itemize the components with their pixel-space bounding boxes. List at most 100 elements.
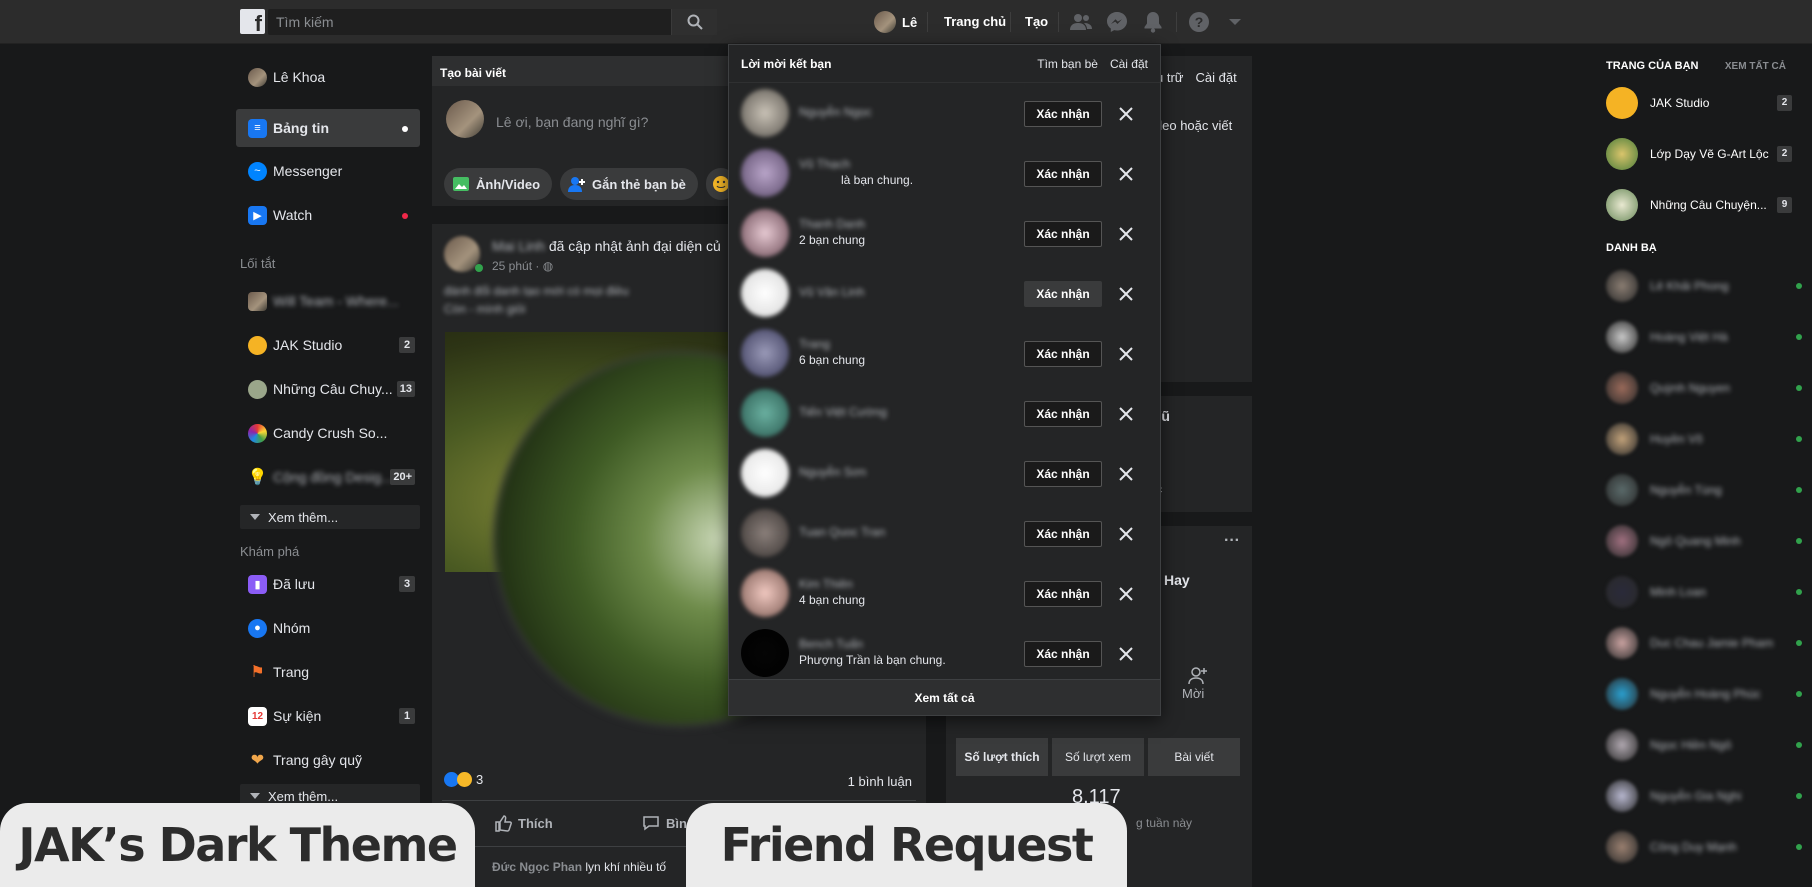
contact-item[interactable]: Nguyễn Gia Nghi [1606, 778, 1802, 814]
account-menu-chevron-down-icon[interactable] [1222, 10, 1248, 34]
requester-name[interactable]: Tiến Việt Cường [799, 405, 887, 419]
page-item[interactable]: JAK Studio 2 [1606, 86, 1792, 120]
avatar[interactable] [741, 209, 789, 257]
tab-likes[interactable]: Số lượt thích [956, 738, 1048, 776]
facebook-logo-icon[interactable]: f [240, 9, 265, 36]
composer-input[interactable]: Lê ơi, bạn đang nghĩ gì? [496, 114, 648, 130]
sidebar-item-groups[interactable]: ● Nhóm [236, 609, 420, 647]
contact-item[interactable]: Huyền Võ [1606, 421, 1802, 457]
profile-link[interactable]: Lê [874, 10, 917, 34]
contact-item[interactable]: Nguyễn Tùng [1606, 472, 1802, 508]
confirm-request-button[interactable]: Xác nhận [1024, 221, 1102, 247]
tab-views[interactable]: Số lượt xem [1052, 738, 1144, 776]
sidebar-item-fundraisers[interactable]: ❤ Trang gây quỹ [236, 741, 420, 779]
contact-item[interactable]: Minh Loan [1606, 574, 1802, 610]
close-icon[interactable] [1117, 525, 1135, 543]
avatar[interactable] [741, 329, 789, 377]
post-timestamp[interactable]: 25 phút · ◍ [492, 259, 553, 273]
page-item[interactable]: Những Câu Chuyện... 9 [1606, 188, 1792, 222]
create-link[interactable]: Tạo [1025, 14, 1048, 29]
confirm-request-button[interactable]: Xác nhận [1024, 461, 1102, 487]
close-icon[interactable] [1117, 165, 1135, 183]
home-link[interactable]: Trang chủ [944, 14, 1006, 29]
avatar[interactable] [741, 149, 789, 197]
sidebar-item-shortcut[interactable]: Những Câu Chuy... 13 [236, 370, 420, 408]
avatar[interactable] [741, 269, 789, 317]
tag-friends-button[interactable]: Gắn thẻ bạn bè [560, 168, 698, 200]
sidebar-item-events[interactable]: 12 Sự kiện 1 [236, 697, 420, 735]
avatar[interactable] [741, 389, 789, 437]
sidebar-item-watch[interactable]: ▶ Watch [236, 196, 420, 234]
confirm-request-button[interactable]: Xác nhận [1024, 341, 1102, 367]
requester-name[interactable]: Nguyễn Ngọc [799, 105, 872, 119]
sidebar-item-shortcut[interactable]: JAK Studio 2 [236, 326, 420, 364]
help-icon[interactable]: ? [1186, 10, 1212, 34]
find-friends-link[interactable]: Tìm bạn bè [1037, 57, 1098, 71]
requester-name[interactable]: Nguyễn Sơn [799, 465, 866, 479]
sidebar-item-profile[interactable]: Lê Khoa [236, 58, 420, 96]
page-item[interactable]: Lớp Dạy Vẽ G-Art Lộc 2 [1606, 137, 1792, 171]
contact-item[interactable]: Ngô Quang Minh [1606, 523, 1802, 559]
search-button[interactable] [671, 9, 717, 35]
confirm-request-button[interactable]: Xác nhận [1024, 521, 1102, 547]
requester-name[interactable]: Kim Thiên [799, 577, 853, 591]
sidebar-item-news-feed[interactable]: ≡ Bảng tin [236, 109, 420, 147]
close-icon[interactable] [1117, 645, 1135, 663]
requester-name[interactable]: Vũ Thạch [799, 157, 850, 171]
notifications-bell-icon[interactable] [1140, 10, 1166, 34]
contact-item[interactable]: Quỳnh Nguyen [1606, 370, 1802, 406]
settings-link[interactable]: Cài đặt [1196, 70, 1237, 85]
contact-item[interactable]: Ngọc Hiền Ngô [1606, 727, 1802, 763]
contact-item[interactable]: Duc Chau Jamie Pham [1606, 625, 1802, 661]
comment-button[interactable]: Bìn [642, 814, 687, 832]
sidebar-item-shortcut[interactable]: Will Team - Where... [236, 282, 420, 320]
confirm-request-button[interactable]: Xác nhận [1024, 401, 1102, 427]
close-icon[interactable] [1117, 585, 1135, 603]
confirm-request-button[interactable]: Xác nhận [1024, 281, 1102, 307]
settings-link[interactable]: Cài đặt [1110, 57, 1148, 71]
messenger-icon[interactable] [1104, 10, 1130, 34]
requester-name[interactable]: Bench Tuấn [799, 637, 863, 651]
sidebar-item-messenger[interactable]: ~ Messenger [236, 152, 420, 190]
confirm-request-button[interactable]: Xác nhận [1024, 641, 1102, 667]
contact-item[interactable]: Nguyễn Hoàng Phúc [1606, 676, 1802, 712]
close-icon[interactable] [1117, 345, 1135, 363]
avatar[interactable] [741, 629, 789, 677]
close-icon[interactable] [1117, 405, 1135, 423]
contact-item[interactable]: Lê Khải Phong [1606, 268, 1802, 304]
commenter-name[interactable]: Đức Ngọc Phan [492, 860, 582, 874]
friend-requests-icon[interactable] [1068, 10, 1094, 34]
requester-name[interactable]: Thanh Danh [799, 217, 865, 231]
like-button[interactable]: Thích [494, 814, 553, 832]
avatar[interactable] [741, 509, 789, 557]
avatar[interactable] [741, 449, 789, 497]
requester-name[interactable]: Tuan Quoc Tran [799, 525, 885, 539]
confirm-request-button[interactable]: Xác nhận [1024, 581, 1102, 607]
close-icon[interactable] [1117, 105, 1135, 123]
requester-name[interactable]: Trang [799, 337, 830, 351]
see-all-requests-button[interactable]: Xem tất cả [729, 679, 1160, 715]
avatar[interactable] [741, 89, 789, 137]
confirm-request-button[interactable]: Xác nhận [1024, 161, 1102, 187]
close-icon[interactable] [1117, 285, 1135, 303]
avatar[interactable] [741, 569, 789, 617]
sidebar-item-shortcut[interactable]: Candy Crush So... [236, 414, 420, 452]
search-input[interactable] [276, 13, 656, 31]
post-author[interactable]: Mai Linh [492, 238, 545, 254]
sidebar-item-saved[interactable]: ▮ Đã lưu 3 [236, 565, 420, 603]
see-more-shortcuts-button[interactable]: Xem thêm... [240, 505, 420, 529]
requester-name[interactable]: Vũ Văn Linh [799, 285, 864, 299]
sidebar-item-shortcut[interactable]: 💡 Cộng đồng Desig... 20+ [236, 458, 420, 496]
close-icon[interactable] [1117, 465, 1135, 483]
contact-item[interactable]: Hoàng Việt Hà [1606, 319, 1802, 355]
sidebar-item-pages[interactable]: ⚑ Trang [236, 653, 420, 691]
invite-button[interactable]: Mời [1182, 666, 1208, 701]
reaction-summary[interactable]: 3 [444, 772, 483, 787]
comment-count[interactable]: 1 bình luận [848, 774, 912, 789]
tab-posts[interactable]: Bài viết [1148, 738, 1240, 776]
contact-item[interactable]: Công Duy Mạnh [1606, 829, 1802, 865]
photo-video-button[interactable]: Ảnh/Video [444, 168, 553, 200]
confirm-request-button[interactable]: Xác nhận [1024, 101, 1102, 127]
more-options-icon[interactable]: ··· [1224, 532, 1240, 550]
close-icon[interactable] [1117, 225, 1135, 243]
